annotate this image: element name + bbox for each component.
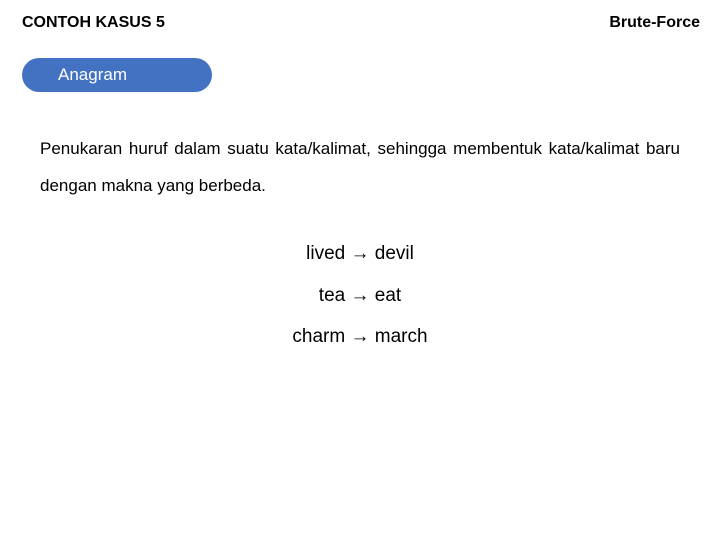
example-line: charm → march (40, 316, 680, 358)
slide-header: CONTOH KASUS 5 Brute-Force (0, 0, 720, 40)
arrow-icon: → (351, 326, 370, 347)
example-to: march (375, 326, 428, 347)
description-text: Penukaran huruf dalam suatu kata/kalimat… (40, 130, 680, 205)
slide-title-right: Brute-Force (609, 14, 700, 32)
example-to: eat (375, 285, 401, 306)
slide-body: Penukaran huruf dalam suatu kata/kalimat… (0, 92, 720, 358)
topic-pill: Anagram (22, 58, 212, 92)
example-line: tea → eat (40, 275, 680, 317)
arrow-icon: → (351, 285, 370, 306)
arrow-icon: → (351, 243, 370, 264)
example-to: devil (375, 243, 414, 264)
example-from: charm (292, 326, 345, 347)
slide-title-left: CONTOH KASUS 5 (22, 14, 165, 31)
example-from: lived (306, 243, 345, 264)
examples-block: lived → devil tea → eat charm → march (40, 233, 680, 358)
example-from: tea (319, 285, 345, 306)
example-line: lived → devil (40, 233, 680, 275)
